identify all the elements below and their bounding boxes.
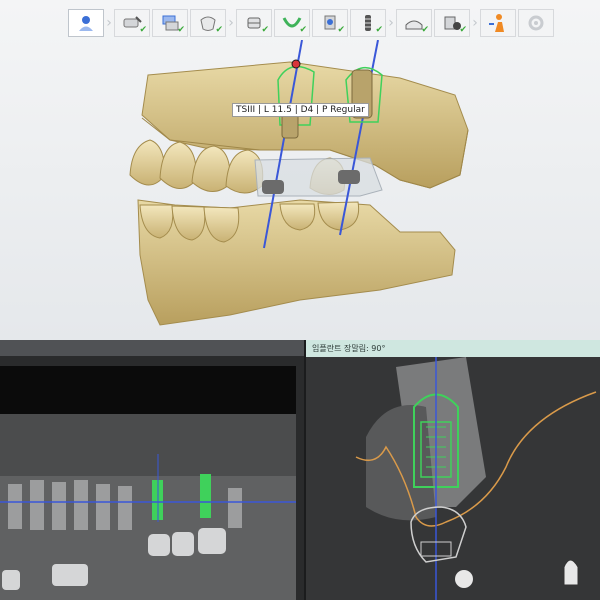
toolbar-step-arrow: › xyxy=(106,15,112,31)
panoramic-view[interactable] xyxy=(0,340,304,600)
step-complete-check-icon: ✔ xyxy=(261,25,269,35)
panoramic-xray[interactable] xyxy=(0,366,296,600)
toolbar-button-settings[interactable] xyxy=(518,9,554,37)
patient-scan-icon xyxy=(79,16,93,31)
toolbar-button-patient[interactable] xyxy=(68,9,104,37)
step-complete-check-icon: ✔ xyxy=(139,25,147,35)
disabled-gear-icon xyxy=(528,15,544,31)
step-complete-check-icon: ✔ xyxy=(215,25,223,35)
ct-panels: 임플란트 장말림: 90° xyxy=(0,340,600,600)
cross-section-ct[interactable] xyxy=(306,357,600,600)
panoramic-header xyxy=(0,340,304,356)
toolbar-button-export[interactable] xyxy=(480,9,516,37)
implant-marker-right[interactable] xyxy=(200,474,211,518)
toolbar-step-arrow: › xyxy=(388,15,394,31)
tooth-silhouette-icon xyxy=(563,559,579,586)
step-complete-check-icon: ✔ xyxy=(375,25,383,35)
toolbar-button-arch[interactable]: ✔ xyxy=(274,9,310,37)
dental-3d-model[interactable] xyxy=(0,40,600,340)
toolbar-button-crown[interactable]: ✔ xyxy=(190,9,226,37)
toolbar-button-sleeve-check[interactable]: ✔ xyxy=(434,9,470,37)
step-complete-check-icon: ✔ xyxy=(459,25,467,35)
toolbar-step-arrow: › xyxy=(472,15,478,31)
cross-section-title: 임플란트 장말림: 90° xyxy=(306,340,600,357)
toolbar-button-scan[interactable]: ✔ xyxy=(114,9,150,37)
step-complete-check-icon: ✔ xyxy=(421,25,429,35)
workflow-toolbar: › ✔ ✔ ✔ › ✔ ✔ ✔ ✔ › ✔ ✔ › xyxy=(68,8,556,38)
step-complete-check-icon: ✔ xyxy=(337,25,345,35)
cross-section-view[interactable]: 임플란트 장말림: 90° xyxy=(306,340,600,600)
toolbar-button-nerve[interactable]: ✔ xyxy=(312,9,348,37)
step-complete-check-icon: ✔ xyxy=(299,25,307,35)
implant-info-tooltip: TSIII | L 11.5 | D4 | P Regular xyxy=(232,103,369,117)
toolbar-step-arrow: › xyxy=(228,15,234,31)
toolbar-button-guide[interactable]: ✔ xyxy=(396,9,432,37)
person-export-icon xyxy=(489,14,504,32)
toolbar-button-implant[interactable]: ✔ xyxy=(350,9,386,37)
toolbar-button-sleeve[interactable]: ✔ xyxy=(236,9,272,37)
step-complete-check-icon: ✔ xyxy=(177,25,185,35)
toolbar-button-align[interactable]: ✔ xyxy=(152,9,188,37)
model-viewport: › ✔ ✔ ✔ › ✔ ✔ ✔ ✔ › ✔ ✔ › TSIII | L 11.5… xyxy=(0,0,600,340)
